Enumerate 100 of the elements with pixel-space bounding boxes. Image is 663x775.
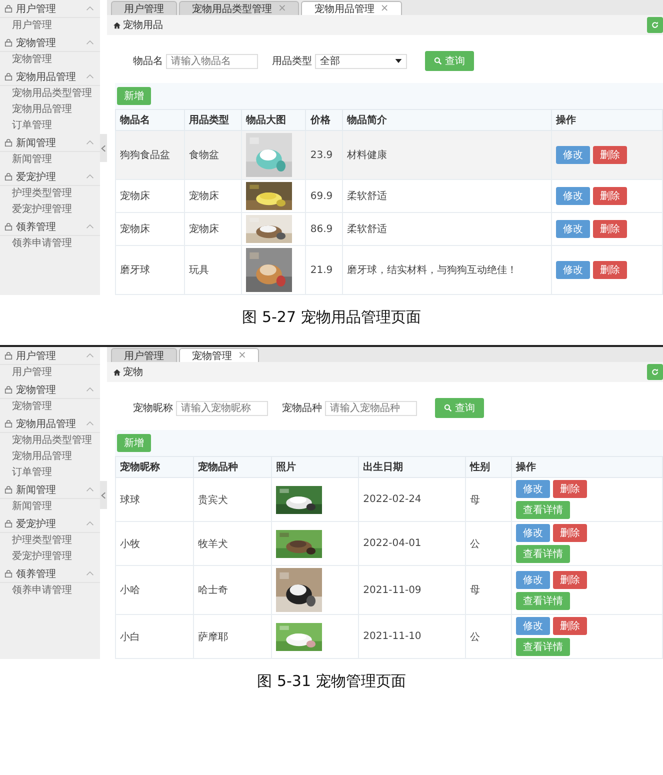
delete-button[interactable]: 删除 — [552, 617, 587, 635]
collapse-handle[interactable] — [100, 481, 107, 509]
menu-item[interactable]: 宠物用品管理 — [0, 102, 100, 118]
select-field[interactable]: 全部 — [315, 54, 407, 68]
table-cell: 母 — [465, 566, 512, 614]
menu-item[interactable]: 用户管理 — [0, 18, 100, 34]
table-cell: 食物盆 — [184, 130, 242, 180]
breadcrumb: 宠物 — [123, 366, 143, 379]
edit-button[interactable]: 修改 — [516, 480, 550, 498]
search-icon — [434, 57, 442, 65]
table-cell: 2021-11-09 — [358, 566, 466, 614]
menu-group[interactable]: 领养管理 — [0, 565, 100, 583]
search-icon — [444, 404, 452, 412]
menu-item[interactable]: 宠物管理 — [0, 52, 100, 68]
tab[interactable]: 用户管理 — [111, 1, 177, 15]
menu-group[interactable]: 宠物用品管理 — [0, 68, 100, 86]
caret-icon — [86, 40, 94, 45]
input-field[interactable]: 请输入物品名 — [166, 54, 258, 68]
column-header: 宠物昵称 — [116, 456, 194, 478]
table-cell: 23.9 — [306, 130, 342, 180]
menu-item[interactable]: 新闻管理 — [0, 152, 100, 168]
menu-item[interactable]: 爱宠护理管理 — [0, 202, 100, 218]
dropdown-icon — [395, 59, 402, 63]
menu-group[interactable]: 宠物管理 — [0, 34, 100, 52]
home-icon — [113, 22, 121, 28]
menu-group[interactable]: 用户管理 — [0, 347, 100, 365]
refresh-icon — [651, 21, 659, 29]
menu-item[interactable]: 宠物用品管理 — [0, 449, 100, 465]
column-header: 性别 — [465, 456, 512, 478]
column-header: 出生日期 — [358, 456, 466, 478]
refresh-icon — [651, 368, 659, 376]
table-cell: 材料健康 — [342, 130, 552, 180]
figure-caption: 图 5-31 宠物管理页面 — [256, 671, 407, 692]
delete-button[interactable]: 删除 — [592, 146, 627, 164]
caret-icon — [86, 140, 94, 145]
input-field[interactable]: 请输入宠物品种 — [325, 400, 417, 416]
table-cell: 哈士奇 — [193, 566, 272, 614]
collapse-handle[interactable] — [100, 134, 107, 162]
menu-group[interactable]: 宠物管理 — [0, 381, 100, 399]
menu-item[interactable]: 宠物用品类型管理 — [0, 433, 100, 449]
input-field[interactable]: 请输入宠物昵称 — [176, 400, 268, 416]
menu-item[interactable]: 订单管理 — [0, 465, 100, 481]
menu-item[interactable]: 领养申请管理 — [0, 236, 100, 252]
table-cell: 贵宾犬 — [193, 478, 272, 522]
tab[interactable]: 用户管理 — [111, 348, 177, 362]
menu-item[interactable]: 用户管理 — [0, 365, 100, 381]
table-cell: 86.9 — [306, 212, 342, 246]
table-cell: 2021-11-10 — [358, 614, 466, 658]
menu-item[interactable]: 宠物用品类型管理 — [0, 86, 100, 102]
edit-button[interactable]: 修改 — [516, 570, 550, 588]
delete-button[interactable]: 删除 — [552, 524, 587, 542]
table-cell: 69.9 — [306, 180, 342, 212]
delete-button[interactable]: 删除 — [592, 261, 627, 279]
caret-icon — [86, 487, 94, 492]
menu-group[interactable]: 爱宠护理 — [0, 168, 100, 186]
caret-icon — [86, 224, 94, 229]
menu-group[interactable]: 领养管理 — [0, 218, 100, 236]
delete-button[interactable]: 删除 — [592, 220, 627, 238]
table-cell: 宠物床 — [116, 212, 184, 246]
tab[interactable]: 宠物用品管理 × — [301, 1, 402, 15]
menu-item[interactable]: 订单管理 — [0, 118, 100, 134]
table-cell: 公 — [465, 522, 512, 566]
table-cell: 磨牙球，结实材料，与狗狗互动绝佳！ — [342, 246, 552, 294]
refresh-button[interactable] — [647, 17, 663, 33]
column-header: 用品类型 — [184, 110, 242, 130]
edit-button[interactable]: 修改 — [516, 617, 550, 635]
filter-label: 用品类型 — [272, 54, 312, 68]
menu-item[interactable]: 领养申请管理 — [0, 583, 100, 599]
edit-button[interactable]: 修改 — [556, 220, 590, 238]
delete-button[interactable]: 删除 — [552, 480, 587, 498]
edit-button[interactable]: 修改 — [556, 146, 590, 164]
table-cell: 宠物床 — [184, 212, 242, 246]
tab[interactable]: 宠物用品类型管理 × — [179, 1, 300, 15]
edit-button[interactable]: 修改 — [516, 524, 550, 542]
table-cell: 柔软舒适 — [342, 180, 552, 212]
tab[interactable]: 宠物管理 × — [179, 348, 260, 362]
menu-item[interactable]: 宠物管理 — [0, 399, 100, 415]
menu-item[interactable]: 新闻管理 — [0, 499, 100, 515]
edit-button[interactable]: 修改 — [556, 261, 590, 279]
menu-group[interactable]: 爱宠护理 — [0, 515, 100, 533]
table-cell: 小哈 — [116, 566, 194, 614]
delete-button[interactable]: 删除 — [552, 570, 587, 588]
menu-item[interactable]: 爱宠护理管理 — [0, 549, 100, 565]
refresh-button[interactable] — [647, 364, 663, 380]
menu-item[interactable]: 护理类型管理 — [0, 533, 100, 549]
table-cell: 球球 — [116, 478, 194, 522]
menu-group[interactable]: 用户管理 — [0, 0, 100, 18]
menu-item[interactable]: 护理类型管理 — [0, 186, 100, 202]
table-cell: 小牧 — [116, 522, 194, 566]
home-icon — [113, 368, 121, 376]
edit-button[interactable]: 修改 — [556, 187, 590, 205]
table-cell: 玩具 — [184, 246, 242, 294]
column-header: 宠物品种 — [193, 456, 272, 478]
caret-icon — [86, 353, 94, 358]
menu-group[interactable]: 宠物用品管理 — [0, 415, 100, 433]
delete-button[interactable]: 删除 — [592, 187, 627, 205]
chevron-icon — [101, 144, 106, 152]
filter-label: 物品名 — [133, 55, 163, 68]
column-header: 物品简介 — [342, 110, 552, 130]
column-header: 操作 — [551, 110, 662, 130]
